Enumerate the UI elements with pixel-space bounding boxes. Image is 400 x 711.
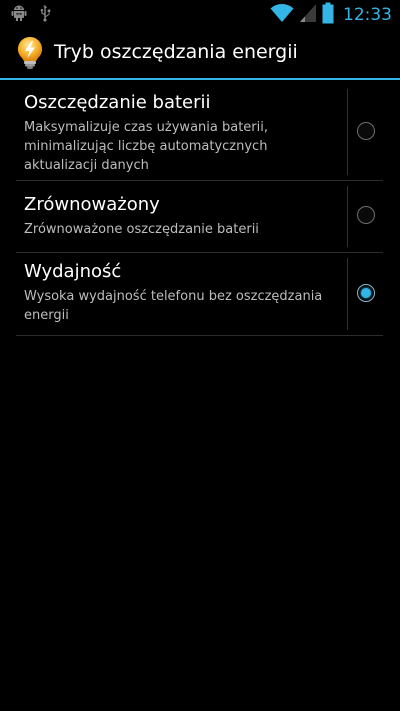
option-title: Zrównoważony [24, 194, 160, 215]
option-summary: Zrównoważone oszczędzanie baterii [24, 222, 259, 237]
status-bar: 12:33 [0, 0, 400, 28]
radio-selected-dot [361, 288, 371, 298]
item-divider [347, 89, 348, 175]
item-divider [347, 258, 348, 330]
radio-button[interactable] [357, 122, 375, 140]
action-bar: Tryb oszczędzania energii [0, 28, 400, 78]
action-bar-divider [0, 78, 400, 80]
android-debug-icon [10, 4, 28, 26]
lightbulb-icon[interactable] [16, 36, 44, 70]
option-balanced[interactable]: Zrównoważony Zrównoważone oszczędzanie b… [16, 181, 383, 253]
option-title: Oszczędzanie baterii [24, 92, 211, 113]
item-divider [347, 186, 348, 247]
option-battery-saving[interactable]: Oszczędzanie baterii Maksymalizuje czas … [16, 84, 383, 181]
system-icons: 12:33 [270, 2, 392, 28]
power-mode-list: Oszczędzanie baterii Maksymalizuje czas … [16, 84, 383, 336]
option-summary: Maksymalizuje czas używania baterii, min… [24, 120, 268, 173]
radio-button-selected[interactable] [357, 284, 375, 302]
option-summary: Wysoka wydajność telefonu bez oszczędzan… [24, 289, 323, 323]
battery-icon [322, 2, 334, 28]
signal-icon [299, 3, 317, 27]
page-title: Tryb oszczędzania energii [54, 41, 298, 63]
option-title: Wydajność [24, 261, 122, 282]
radio-button[interactable] [357, 206, 375, 224]
option-performance[interactable]: Wydajność Wysoka wydajność telefonu bez … [16, 253, 383, 336]
clock: 12:33 [343, 5, 392, 25]
wifi-icon [270, 3, 294, 27]
notification-icons [10, 4, 52, 26]
usb-icon [38, 4, 52, 26]
